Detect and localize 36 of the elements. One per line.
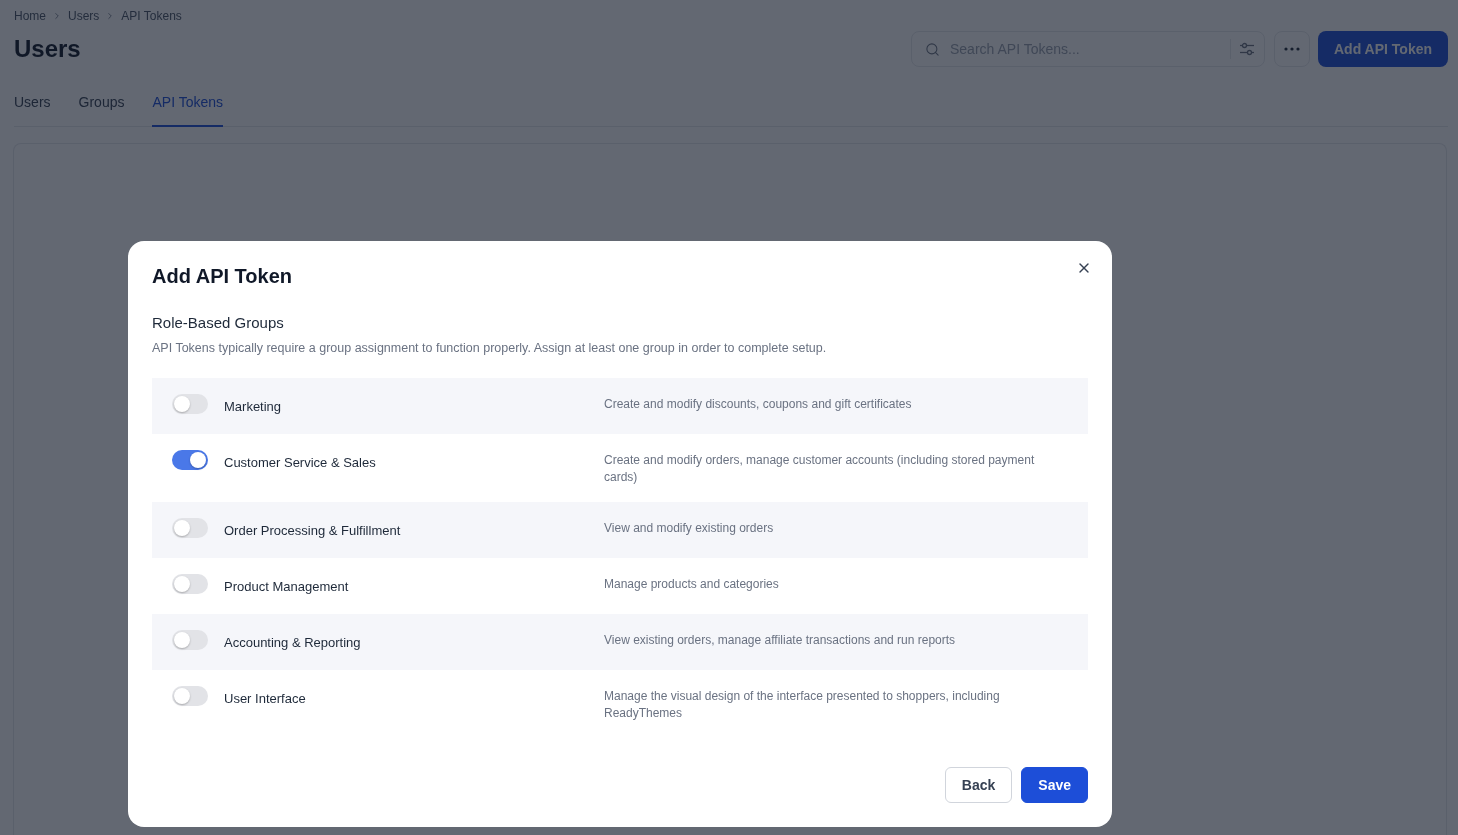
group-description: View and modify existing orders bbox=[604, 520, 775, 537]
back-button[interactable]: Back bbox=[944, 767, 1013, 803]
breadcrumb-link[interactable]: Home bbox=[14, 9, 46, 23]
save-button[interactable]: Save bbox=[1021, 767, 1088, 803]
add-api-token-button[interactable]: Add API Token bbox=[1318, 31, 1448, 67]
toggle-switch[interactable] bbox=[172, 450, 208, 470]
filter-sliders-icon[interactable] bbox=[1239, 42, 1255, 56]
toggle-switch[interactable] bbox=[172, 394, 208, 414]
group-description: Create and modify discounts, coupons and gift certificates bbox=[604, 396, 913, 413]
group-description: View existing orders, manage affiliate transactions and run reports bbox=[604, 632, 957, 649]
tab[interactable]: Groups bbox=[78, 89, 125, 127]
toggle-switch[interactable] bbox=[172, 686, 208, 706]
section-description: API Tokens typically require a group assignment to function properly. Assign at least one group in order to complete setup. bbox=[152, 340, 827, 357]
section-title: Role-Based Groups bbox=[152, 313, 284, 333]
group-description: Manage the visual design of the interface presented to shoppers, including ReadyThemes bbox=[604, 688, 1001, 722]
group-name: Accounting & Reporting bbox=[224, 635, 361, 650]
page-title: Users bbox=[14, 34, 81, 64]
breadcrumb-current: API Tokens bbox=[121, 9, 182, 23]
group-description: Create and modify orders, manage customer accounts (including stored payment cards) bbox=[604, 452, 1036, 486]
toggle-switch[interactable] bbox=[172, 630, 208, 650]
group-name: Marketing bbox=[224, 399, 282, 414]
search-icon bbox=[925, 41, 940, 57]
dialog-title: Add API Token bbox=[152, 264, 292, 289]
more-options-button[interactable] bbox=[1274, 31, 1310, 67]
group-name: Customer Service & Sales bbox=[224, 455, 376, 470]
toggle-switch[interactable] bbox=[172, 518, 208, 538]
breadcrumb-link[interactable]: Users bbox=[68, 9, 100, 23]
tab[interactable]: API Tokens bbox=[152, 89, 224, 127]
group-description: Manage products and categories bbox=[604, 576, 780, 593]
group-name: User Interface bbox=[224, 691, 306, 706]
ellipsis-icon bbox=[1284, 47, 1300, 51]
chevron-right-icon bbox=[52, 11, 62, 21]
toggle-switch[interactable] bbox=[172, 574, 208, 594]
group-name: Order Processing & Fulfillment bbox=[224, 523, 401, 538]
tab[interactable]: Users bbox=[14, 89, 51, 127]
group-name: Product Management bbox=[224, 579, 349, 594]
